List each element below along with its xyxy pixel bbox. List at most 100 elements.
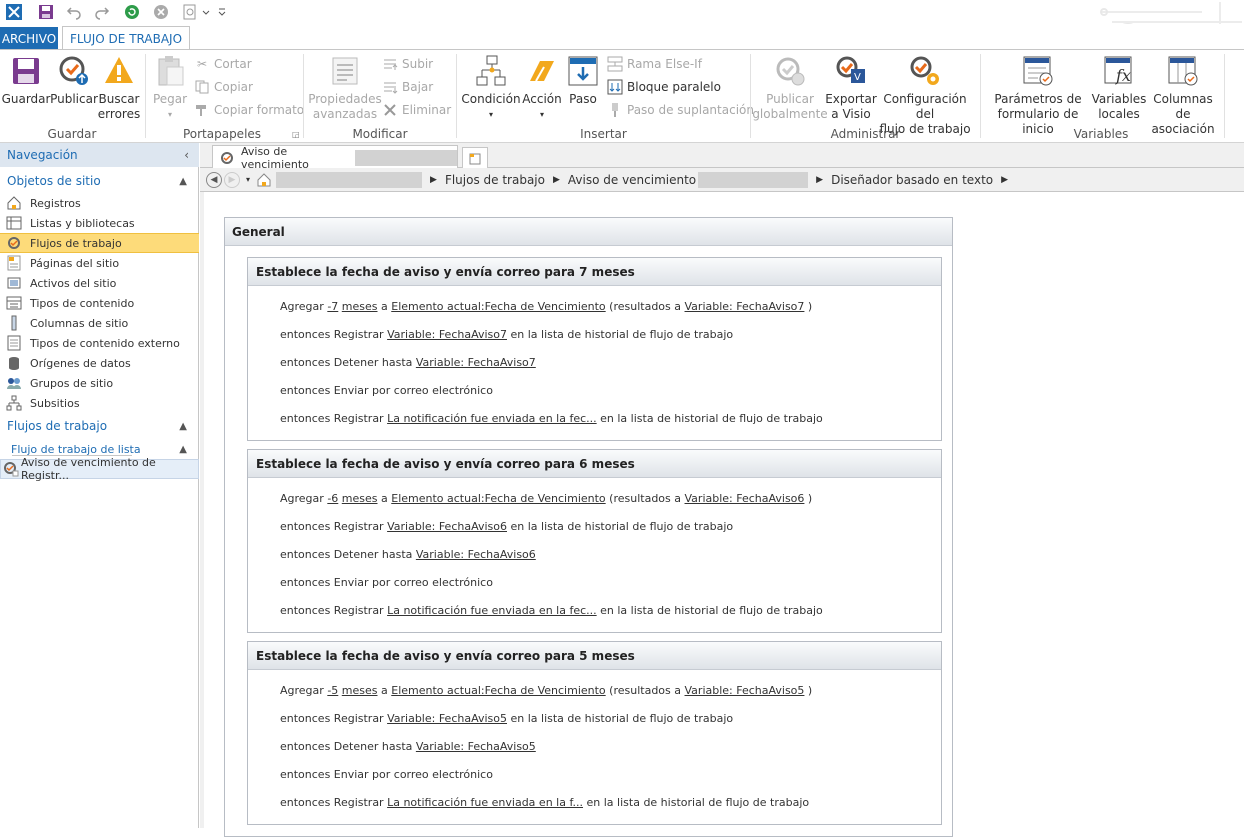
workflow-step[interactable]: Establece la fecha de aviso y envía corr…	[247, 641, 942, 825]
document-tab[interactable]: Aviso de vencimiento	[212, 145, 458, 171]
collapse-pane-icon[interactable]: ‹	[184, 148, 189, 162]
configuracion-flujo-button[interactable]: Configuración del flujo de trabajo	[875, 54, 975, 137]
document-tabs: Aviso de vencimiento	[200, 143, 1244, 171]
log-message-link[interactable]: La notificación fue enviada en la fec...	[387, 412, 597, 425]
date-field-link[interactable]: Elemento actual:Fecha de Vencimiento	[391, 684, 605, 697]
back-icon[interactable]: ◀	[206, 171, 222, 188]
action-send-email[interactable]: entonces Enviar por correo electrónico	[280, 576, 493, 589]
step-title[interactable]: Establece la fecha de aviso y envía corr…	[248, 450, 941, 478]
pause-variable-link[interactable]: Variable: FechaAviso6	[416, 548, 536, 561]
tab-archivo[interactable]: ARCHIVO	[0, 27, 58, 50]
nav-item-subsitios[interactable]: Subsitios	[0, 393, 199, 413]
refresh-icon[interactable]	[122, 2, 142, 22]
buscar-errores-button[interactable]: Buscar errores	[98, 54, 140, 122]
general-step-header[interactable]: General	[225, 218, 952, 246]
external-icon	[6, 335, 22, 351]
publicar-button[interactable]: Publicar	[50, 54, 98, 107]
action-send-email[interactable]: entonces Enviar por correo electrónico	[280, 384, 493, 397]
buscar-errores-label: Buscar errores	[97, 92, 141, 121]
nav-item-tipos-de-contenido[interactable]: Tipos de contenido	[0, 293, 199, 313]
group-separator	[750, 54, 751, 138]
nav-item-activos-del-sitio[interactable]: Activos del sitio	[0, 273, 199, 293]
pegar-button[interactable]: Pegar ▾	[150, 54, 190, 122]
nav-item-grupos-de-sitio[interactable]: Grupos de sitio	[0, 373, 199, 393]
log-variable-link[interactable]: Variable: FechaAviso7	[387, 328, 507, 341]
action-text: entonces Detener hasta	[280, 740, 413, 753]
nav-item-listas-y-bibliotecas[interactable]: Listas y bibliotecas	[0, 213, 199, 233]
cortar-button[interactable]: ✂ Cortar	[194, 54, 252, 74]
cancel-icon[interactable]	[151, 2, 171, 22]
nav-item-tipos-de-contenido-externo[interactable]: Tipos de contenido externo	[0, 333, 199, 353]
nav-item-flujos-de-trabajo[interactable]: Flujos de trabajo	[0, 233, 199, 253]
guardar-button[interactable]: Guardar	[2, 54, 50, 107]
history-dropdown-icon[interactable]: ▾	[246, 175, 250, 184]
home-icon[interactable]	[256, 172, 272, 188]
parametros-formulario-button[interactable]: Parámetros de formulario de inicio	[984, 54, 1092, 137]
bajar-button[interactable]: Bajar	[382, 77, 433, 97]
redo-icon[interactable]	[92, 2, 112, 22]
nav-item-columnas-de-sitio[interactable]: Columnas de sitio	[0, 313, 199, 333]
nav-section-objetos[interactable]: Objetos de sitio ▲	[0, 171, 199, 191]
months-value-link[interactable]: -6	[327, 492, 338, 505]
action-text: Agregar	[280, 492, 324, 505]
breadcrumb-flujos[interactable]: Flujos de trabajo	[445, 173, 545, 187]
subir-button[interactable]: Subir	[382, 54, 433, 74]
publicar-globalmente-button[interactable]: Publicar globalmente	[752, 54, 828, 122]
general-step[interactable]: General Establece la fecha de aviso y en…	[224, 217, 953, 837]
workflow-step[interactable]: Establece la fecha de aviso y envía corr…	[247, 257, 942, 441]
nav-item-aviso-vencimiento[interactable]: Aviso de vencimiento de Registr...	[0, 456, 199, 482]
workflow-step[interactable]: Establece la fecha de aviso y envía corr…	[247, 449, 942, 633]
new-tab-button[interactable]	[462, 147, 488, 168]
designer-canvas[interactable]: General Establece la fecha de aviso y en…	[200, 192, 1244, 837]
date-field-link[interactable]: Elemento actual:Fecha de Vencimiento	[391, 492, 605, 505]
step-title[interactable]: Establece la fecha de aviso y envía corr…	[248, 258, 941, 286]
app-icon[interactable]	[4, 2, 24, 22]
columnas-asociacion-button[interactable]: Columnas de asociación	[1146, 54, 1220, 137]
log-variable-link[interactable]: Variable: FechaAviso5	[387, 712, 507, 725]
paso-suplantacion-button[interactable]: Paso de suplantación	[607, 100, 754, 120]
unit-link[interactable]: meses	[342, 684, 378, 697]
breadcrumb-aviso[interactable]: Aviso de vencimiento	[568, 173, 696, 187]
dialog-launcher-icon[interactable]: ◲	[292, 130, 300, 139]
nav-section-flujos[interactable]: Flujos de trabajo ▲	[0, 416, 199, 436]
accion-button[interactable]: Acción ▾	[520, 54, 564, 122]
output-variable-link[interactable]: Variable: FechaAviso7	[685, 300, 805, 313]
nav-item-registros[interactable]: Registros	[0, 193, 199, 213]
log-message-link[interactable]: La notificación fue enviada en la fec...	[387, 604, 597, 617]
action-send-email[interactable]: entonces Enviar por correo electrónico	[280, 768, 493, 781]
nav-item-páginas-del-sitio[interactable]: Páginas del sitio	[0, 253, 199, 273]
customize-icon[interactable]	[216, 2, 228, 22]
output-variable-link[interactable]: Variable: FechaAviso6	[685, 492, 805, 505]
variables-locales-button[interactable]: fx Variables locales	[1092, 54, 1146, 122]
exportar-visio-button[interactable]: V Exportar a Visio	[825, 54, 877, 122]
action-log-variable: entonces Registrar Variable: FechaAviso6…	[280, 520, 733, 533]
eliminar-button[interactable]: Eliminar	[382, 100, 451, 120]
unit-link[interactable]: meses	[342, 300, 378, 313]
propiedades-avanzadas-button[interactable]: Propiedades avanzadas	[308, 54, 382, 122]
nav-item-orígenes-de-datos[interactable]: Orígenes de datos	[0, 353, 199, 373]
forward-icon[interactable]: ▶	[224, 171, 240, 188]
content-type-icon	[6, 295, 22, 311]
undo-icon[interactable]	[64, 2, 84, 22]
rama-else-if-button[interactable]: Rama Else-If	[607, 54, 702, 74]
save-icon[interactable]	[36, 2, 56, 22]
date-field-link[interactable]: Elemento actual:Fecha de Vencimiento	[391, 300, 605, 313]
condicion-button[interactable]: Condición ▾	[461, 54, 521, 122]
output-variable-link[interactable]: Variable: FechaAviso5	[685, 684, 805, 697]
nav-item-label: Grupos de sitio	[30, 376, 114, 390]
paso-button[interactable]: Paso	[565, 54, 601, 107]
unit-link[interactable]: meses	[342, 492, 378, 505]
preview-icon[interactable]	[181, 2, 211, 22]
log-variable-link[interactable]: Variable: FechaAviso6	[387, 520, 507, 533]
pause-variable-link[interactable]: Variable: FechaAviso7	[416, 356, 536, 369]
step-title[interactable]: Establece la fecha de aviso y envía corr…	[248, 642, 941, 670]
months-value-link[interactable]: -5	[327, 684, 338, 697]
tab-flujo-de-trabajo[interactable]: FLUJO DE TRABAJO	[62, 26, 190, 51]
months-value-link[interactable]: -7	[327, 300, 338, 313]
copiar-formato-button[interactable]: Copiar formato	[194, 100, 304, 120]
pause-variable-link[interactable]: Variable: FechaAviso5	[416, 740, 536, 753]
breadcrumb-disenador[interactable]: Diseñador basado en texto	[831, 173, 993, 187]
copiar-button[interactable]: Copiar	[194, 77, 253, 97]
log-message-link[interactable]: La notificación fue enviada en la f...	[387, 796, 583, 809]
bloque-paralelo-button[interactable]: Bloque paralelo	[607, 77, 721, 97]
